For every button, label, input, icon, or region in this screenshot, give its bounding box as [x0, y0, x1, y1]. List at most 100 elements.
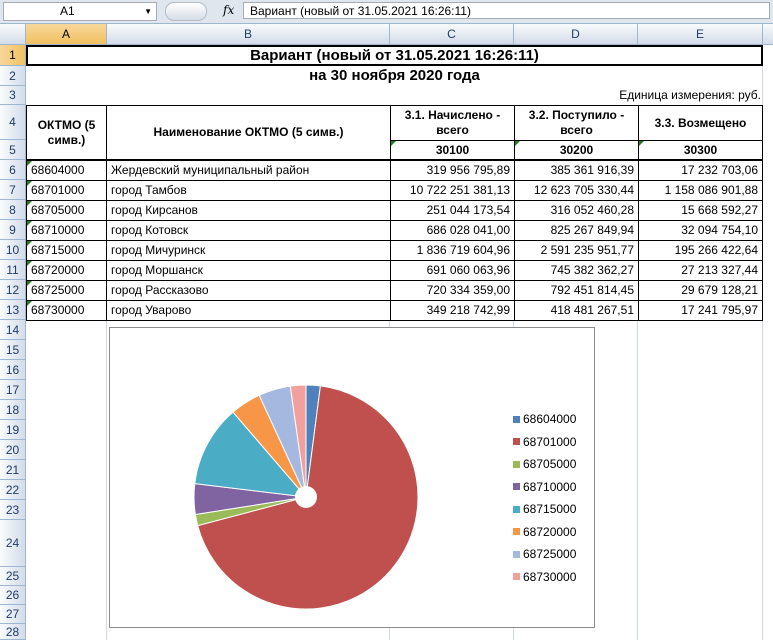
header-c[interactable]: 3.1. Начислено - всего: [390, 105, 515, 141]
row-header[interactable]: 26: [0, 586, 26, 605]
row-header[interactable]: 21: [0, 460, 26, 480]
row-header[interactable]: 12: [0, 280, 26, 300]
legend-item[interactable]: 68604000: [513, 412, 576, 426]
legend-item[interactable]: 68701000: [513, 435, 576, 449]
row-header[interactable]: 17: [0, 380, 26, 400]
legend-item[interactable]: 68715000: [513, 502, 576, 516]
table-cell-d[interactable]: 792 451 814,45: [514, 280, 639, 301]
row-header[interactable]: 9: [0, 220, 26, 240]
formula-input[interactable]: Вариант (новый от 31.05.2021 16:26:11): [243, 2, 770, 19]
table-cell-name[interactable]: город Мичуринск: [106, 240, 391, 261]
table-cell-d[interactable]: 745 382 362,27: [514, 260, 639, 281]
row-header[interactable]: 15: [0, 340, 26, 360]
table-cell-e[interactable]: 195 266 422,64: [638, 240, 763, 261]
chevron-down-icon[interactable]: ▼: [144, 3, 152, 20]
table-cell-name[interactable]: Жердевский муниципальный район: [106, 160, 391, 181]
column-header-f[interactable]: [763, 24, 773, 45]
table-cell-d[interactable]: 385 361 916,39: [514, 160, 639, 181]
row-header[interactable]: 4: [0, 105, 26, 140]
table-cell-d[interactable]: 2 591 235 951,77: [514, 240, 639, 261]
insert-function-icon[interactable]: fx: [223, 2, 234, 19]
header-oktmo[interactable]: ОКТМО (5 симв.): [26, 105, 107, 160]
legend-item[interactable]: 68720000: [513, 525, 576, 539]
column-header-d[interactable]: D: [514, 24, 638, 45]
table-cell-e[interactable]: 15 668 592,27: [638, 200, 763, 221]
header-code-e[interactable]: 30300: [638, 140, 763, 160]
header-d[interactable]: 3.2. Поступило - всего: [514, 105, 639, 141]
table-cell-c[interactable]: 251 044 173,54: [390, 200, 515, 221]
table-cell-name[interactable]: город Уварово: [106, 300, 391, 321]
row-header[interactable]: 13: [0, 300, 26, 320]
table-cell-name[interactable]: город Тамбов: [106, 180, 391, 201]
column-header-e[interactable]: E: [638, 24, 763, 45]
row-header[interactable]: 24: [0, 520, 26, 567]
table-cell-c[interactable]: 720 334 359,00: [390, 280, 515, 301]
unit-label[interactable]: Единица измерения: руб.: [514, 86, 763, 105]
row-header[interactable]: 7: [0, 180, 26, 200]
report-title[interactable]: Вариант (новый от 31.05.2021 16:26:11): [26, 45, 763, 66]
table-cell-name[interactable]: город Котовск: [106, 220, 391, 241]
header-e[interactable]: 3.3. Возмещено: [638, 105, 763, 141]
table-cell-name[interactable]: город Рассказово: [106, 280, 391, 301]
table-cell-e[interactable]: 17 232 703,06: [638, 160, 763, 181]
table-cell-name[interactable]: город Моршанск: [106, 260, 391, 281]
row-header[interactable]: 25: [0, 567, 26, 586]
row-header[interactable]: 18: [0, 400, 26, 420]
table-cell-e[interactable]: 29 679 128,21: [638, 280, 763, 301]
table-cell-c[interactable]: 10 722 251 381,13: [390, 180, 515, 201]
table-cell-e[interactable]: 32 094 754,10: [638, 220, 763, 241]
report-subtitle[interactable]: на 30 ноября 2020 года: [26, 66, 763, 86]
table-cell-oktmo[interactable]: 68604000: [26, 160, 107, 181]
table-cell-name[interactable]: город Кирсанов: [106, 200, 391, 221]
header-name[interactable]: Наименование ОКТМО (5 симв.): [106, 105, 391, 160]
row-header[interactable]: 6: [0, 160, 26, 180]
legend-item[interactable]: 68725000: [513, 547, 576, 561]
column-header-b[interactable]: B: [107, 24, 390, 45]
table-cell-c[interactable]: 319 956 795,89: [390, 160, 515, 181]
row-header[interactable]: 1: [0, 45, 26, 66]
table-cell-c[interactable]: 349 218 742,99: [390, 300, 515, 321]
table-cell-oktmo[interactable]: 68725000: [26, 280, 107, 301]
name-box[interactable]: A1 ▼: [3, 2, 157, 21]
row-header[interactable]: 28: [0, 624, 26, 640]
header-code-d[interactable]: 30200: [514, 140, 639, 160]
table-cell-c[interactable]: 1 836 719 604,96: [390, 240, 515, 261]
table-cell-d[interactable]: 825 267 849,94: [514, 220, 639, 241]
header-code-c[interactable]: 30100: [390, 140, 515, 160]
row-header[interactable]: 20: [0, 440, 26, 460]
row-header[interactable]: 8: [0, 200, 26, 220]
select-all-corner[interactable]: [0, 24, 26, 45]
table-cell-d[interactable]: 12 623 705 330,44: [514, 180, 639, 201]
table-cell-oktmo[interactable]: 68705000: [26, 200, 107, 221]
table-cell-d[interactable]: 418 481 267,51: [514, 300, 639, 321]
pie-chart[interactable]: 68604000 68701000 68705000 68710000 68715000…: [109, 327, 595, 628]
table-cell-oktmo[interactable]: 68730000: [26, 300, 107, 321]
row-header[interactable]: 23: [0, 500, 26, 520]
legend-item[interactable]: 68710000: [513, 480, 576, 494]
column-header-c[interactable]: C: [390, 24, 514, 45]
row-header[interactable]: 5: [0, 140, 26, 160]
table-cell-c[interactable]: 686 028 041,00: [390, 220, 515, 241]
formula-bar-expand-icon[interactable]: [165, 2, 207, 21]
table-cell-e[interactable]: 17 241 795,97: [638, 300, 763, 321]
table-cell-c[interactable]: 691 060 063,96: [390, 260, 515, 281]
table-cell-oktmo[interactable]: 68701000: [26, 180, 107, 201]
row-header[interactable]: 22: [0, 480, 26, 500]
table-cell-d[interactable]: 316 052 460,28: [514, 200, 639, 221]
legend-item[interactable]: 68730000: [513, 570, 576, 584]
row-header[interactable]: 16: [0, 360, 26, 380]
table-cell-e[interactable]: 27 213 327,44: [638, 260, 763, 281]
legend-item[interactable]: 68705000: [513, 457, 576, 471]
row-header[interactable]: 14: [0, 320, 26, 340]
row-header[interactable]: 27: [0, 605, 26, 624]
table-cell-oktmo[interactable]: 68720000: [26, 260, 107, 281]
row-header[interactable]: 19: [0, 420, 26, 440]
row-header[interactable]: 2: [0, 66, 26, 86]
table-cell-oktmo[interactable]: 68710000: [26, 220, 107, 241]
row-header[interactable]: 11: [0, 260, 26, 280]
row-header[interactable]: 3: [0, 86, 26, 105]
column-header-a[interactable]: A: [26, 24, 107, 45]
table-cell-oktmo[interactable]: 68715000: [26, 240, 107, 261]
row-header[interactable]: 10: [0, 240, 26, 260]
table-cell-e[interactable]: 1 158 086 901,88: [638, 180, 763, 201]
